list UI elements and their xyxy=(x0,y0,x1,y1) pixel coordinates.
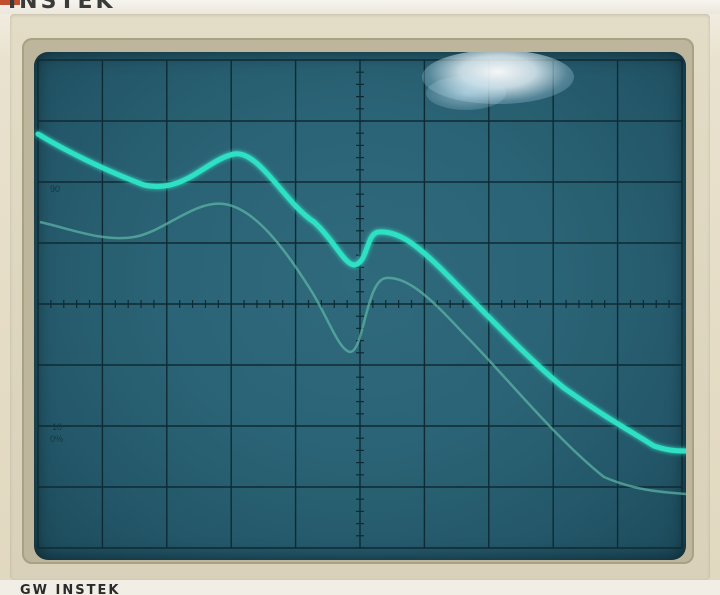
brand-logo-bottom: GW INSTEK xyxy=(20,583,121,595)
mark-90: 90 xyxy=(50,184,60,194)
oscilloscope-photo: INSTEK 90 10 0% GW INSTEK xyxy=(0,0,720,595)
top-panel: INSTEK xyxy=(0,0,720,14)
graticule-marks: 90 10 0% xyxy=(50,184,63,444)
screen-drawing: 90 10 0% xyxy=(35,59,686,549)
brand-logo-top: INSTEK xyxy=(8,0,116,14)
crt-screen: 90 10 0% xyxy=(34,52,686,560)
mark-10: 10 xyxy=(52,422,62,432)
screen-glare-soft xyxy=(426,76,506,110)
mark-0: 0% xyxy=(50,434,63,444)
